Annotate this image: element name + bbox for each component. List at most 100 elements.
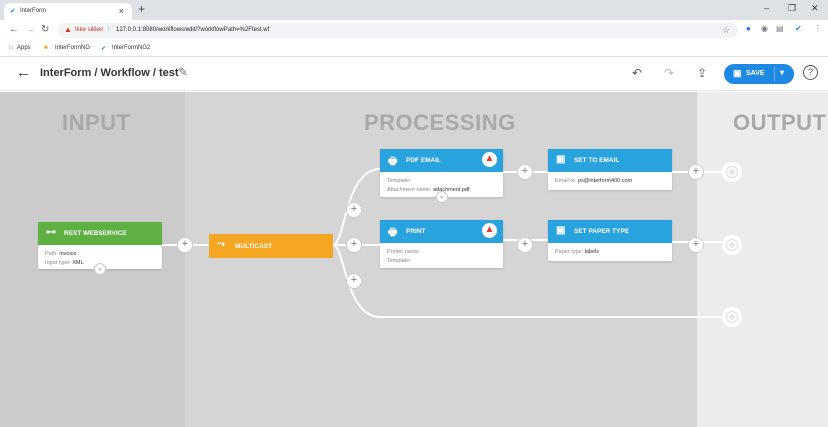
divider bbox=[774, 67, 775, 81]
add-branch-button-1[interactable]: + bbox=[346, 202, 362, 218]
browser-back-icon[interactable]: ← bbox=[9, 24, 19, 35]
extension-icon-3[interactable]: ▤ bbox=[776, 24, 784, 33]
set-paper-type-details: Paper type: labels bbox=[555, 248, 599, 257]
document-icon: ▣ bbox=[556, 154, 566, 165]
print-header: 🖶 PRINT ▲ bbox=[380, 220, 503, 243]
add-step-button[interactable]: + bbox=[517, 237, 533, 253]
input-type-label: Input type: bbox=[45, 260, 71, 266]
attachment-label: Attachment name: bbox=[387, 187, 432, 193]
path-label: Path: bbox=[45, 251, 58, 257]
printer-icon: 🖶 bbox=[388, 156, 398, 167]
browser-forward-icon[interactable]: → bbox=[25, 24, 35, 35]
output-endpoint[interactable] bbox=[722, 235, 742, 255]
apps-grid-icon: ⁙ bbox=[8, 45, 14, 52]
add-step-button[interactable]: + bbox=[688, 164, 704, 180]
add-branch-button-2[interactable]: + bbox=[346, 237, 362, 253]
webservice-icon: ⊶ bbox=[46, 227, 56, 238]
email-to-label: Email to: bbox=[555, 178, 577, 184]
set-paper-type-node[interactable]: ▣ SET PAPER TYPE Paper type: labels bbox=[548, 220, 672, 261]
print-title: PRINT bbox=[406, 228, 426, 235]
bookmarks-bar: ⁙ Apps ■ InterFormNG ✔ InterFormNG2 bbox=[0, 41, 828, 57]
extension-icon[interactable]: ● bbox=[746, 24, 751, 33]
save-icon: ▣ bbox=[733, 68, 742, 78]
add-step-button[interactable]: + bbox=[517, 164, 533, 180]
url-text: 127.0.0.1:8080/workflows/edit/?workflowP… bbox=[116, 27, 270, 33]
print-details: Printer name: Template: bbox=[387, 248, 420, 266]
interform-favicon-icon: ✔ bbox=[10, 8, 16, 15]
printer-name-label: Printer name: bbox=[387, 249, 421, 255]
back-arrow-icon[interactable]: ← bbox=[16, 64, 31, 81]
add-branch-button-3[interactable]: + bbox=[346, 273, 362, 289]
save-button[interactable]: ▣ SAVE ▾ bbox=[724, 64, 794, 84]
workflow-canvas[interactable]: INPUT PROCESSING OUTPUT ⊶ REST WEBSERVIC… bbox=[0, 92, 828, 427]
edit-pencil-icon[interactable]: ✎ bbox=[178, 65, 188, 79]
set-to-email-node[interactable]: ▣ SET TO EMAIL Email to: ps@interform400… bbox=[548, 149, 672, 190]
tab-title: InterForm bbox=[20, 8, 47, 14]
set-to-email-header: ▣ SET TO EMAIL bbox=[548, 149, 672, 172]
add-step-button[interactable]: + bbox=[177, 237, 193, 253]
pdf-email-title: PDF EMAIL bbox=[406, 157, 442, 164]
profile-icon[interactable]: ✔ bbox=[795, 24, 802, 33]
menu-icon[interactable]: ⋮ bbox=[814, 24, 822, 33]
paper-type-label: Paper type: bbox=[555, 249, 584, 255]
pdf-email-header: 🖶 PDF EMAIL ▲ bbox=[380, 149, 503, 172]
redo-icon[interactable]: ↷ bbox=[664, 66, 674, 80]
pdf-email-details: Template: Attachment name: attachment.pd… bbox=[387, 177, 470, 195]
bookmark-favicon-icon: ✔ bbox=[101, 46, 107, 52]
reload-icon[interactable]: ↻ bbox=[41, 24, 49, 35]
output-endpoint[interactable] bbox=[722, 307, 742, 327]
multicast-node[interactable]: ⤳ MULTICAST bbox=[209, 234, 333, 258]
email-to-value: ps@interform400.com bbox=[577, 178, 633, 184]
minimize-icon[interactable]: – bbox=[764, 3, 769, 13]
multicast-icon: ⤳ bbox=[217, 239, 225, 250]
template-label: Template: bbox=[387, 258, 411, 264]
browser-toolbar: ← → ↻ ▲ Ikke sikker | 127.0.0.1:8080/wor… bbox=[0, 20, 828, 41]
template-label: Template: bbox=[387, 178, 411, 184]
warning-icon[interactable]: ▲ bbox=[482, 152, 497, 167]
bookmark-star-icon[interactable]: ☆ bbox=[722, 25, 730, 36]
help-icon[interactable]: ? bbox=[803, 65, 818, 80]
printer-icon: 🖶 bbox=[388, 227, 398, 238]
set-paper-type-title: SET PAPER TYPE bbox=[574, 228, 630, 235]
maximize-icon[interactable]: ❐ bbox=[788, 3, 796, 14]
document-icon: ▣ bbox=[556, 225, 566, 236]
address-bar[interactable]: ▲ Ikke sikker | 127.0.0.1:8080/workflows… bbox=[58, 23, 738, 38]
output-endpoint[interactable] bbox=[722, 162, 742, 182]
browser-tab-bar: ✔ InterForm × + – ❐ ✕ bbox=[0, 0, 828, 20]
separator: | bbox=[108, 26, 110, 32]
add-step-button[interactable]: + bbox=[688, 237, 704, 253]
input-type-value: XML bbox=[72, 260, 84, 266]
browser-tab[interactable]: ✔ InterForm × bbox=[4, 3, 132, 20]
bookmark-interformng2[interactable]: InterFormNG2 bbox=[112, 45, 150, 51]
rest-webservice-header: ⊶ REST WEBSERVICE bbox=[38, 222, 162, 245]
bookmark-apps[interactable]: Apps bbox=[17, 45, 31, 51]
chevron-down-icon[interactable]: ⌄ bbox=[435, 191, 448, 203]
set-paper-type-header: ▣ SET PAPER TYPE bbox=[548, 220, 672, 243]
set-to-email-details: Email to: ps@interform400.com bbox=[555, 177, 632, 186]
app-header: ← InterForm / Workflow / test ✎ ↶ ↷ ⇪ ▣ … bbox=[0, 57, 828, 91]
pdf-email-node[interactable]: 🖶 PDF EMAIL ▲ Template: Attachment name:… bbox=[380, 149, 503, 203]
undo-icon[interactable]: ↶ bbox=[632, 66, 642, 80]
multicast-title: MULTICAST bbox=[235, 243, 273, 250]
rest-webservice-node[interactable]: ⊶ REST WEBSERVICE Path: invoice Input ty… bbox=[38, 222, 162, 275]
rest-webservice-details: Path: invoice Input type: XML bbox=[45, 250, 84, 268]
set-to-email-title: SET TO EMAIL bbox=[574, 157, 620, 164]
chevron-down-icon[interactable]: ⌄ bbox=[94, 263, 106, 275]
bookmark-folder-icon: ■ bbox=[44, 45, 48, 51]
paper-type-value: labels bbox=[584, 249, 600, 255]
warning-icon[interactable]: ▲ bbox=[482, 223, 497, 238]
bookmark-interformng[interactable]: InterFormNG bbox=[55, 45, 90, 51]
warning-icon: ▲ bbox=[64, 25, 72, 34]
close-window-icon[interactable]: ✕ bbox=[811, 3, 819, 14]
new-tab-button[interactable]: + bbox=[138, 2, 145, 16]
rest-webservice-title: REST WEBSERVICE bbox=[64, 230, 127, 237]
save-dropdown-icon[interactable]: ▾ bbox=[780, 68, 784, 77]
print-node[interactable]: 🖶 PRINT ▲ Printer name: Template: bbox=[380, 220, 503, 268]
upload-icon[interactable]: ⇪ bbox=[697, 66, 707, 80]
extension-icon-2[interactable]: ◉ bbox=[761, 24, 768, 33]
save-label: SAVE bbox=[746, 70, 765, 77]
page-title: InterForm / Workflow / test bbox=[40, 67, 179, 79]
insecure-label: Ikke sikker bbox=[75, 27, 104, 33]
tab-close-icon[interactable]: × bbox=[119, 6, 124, 16]
path-value: invoice bbox=[59, 251, 77, 257]
